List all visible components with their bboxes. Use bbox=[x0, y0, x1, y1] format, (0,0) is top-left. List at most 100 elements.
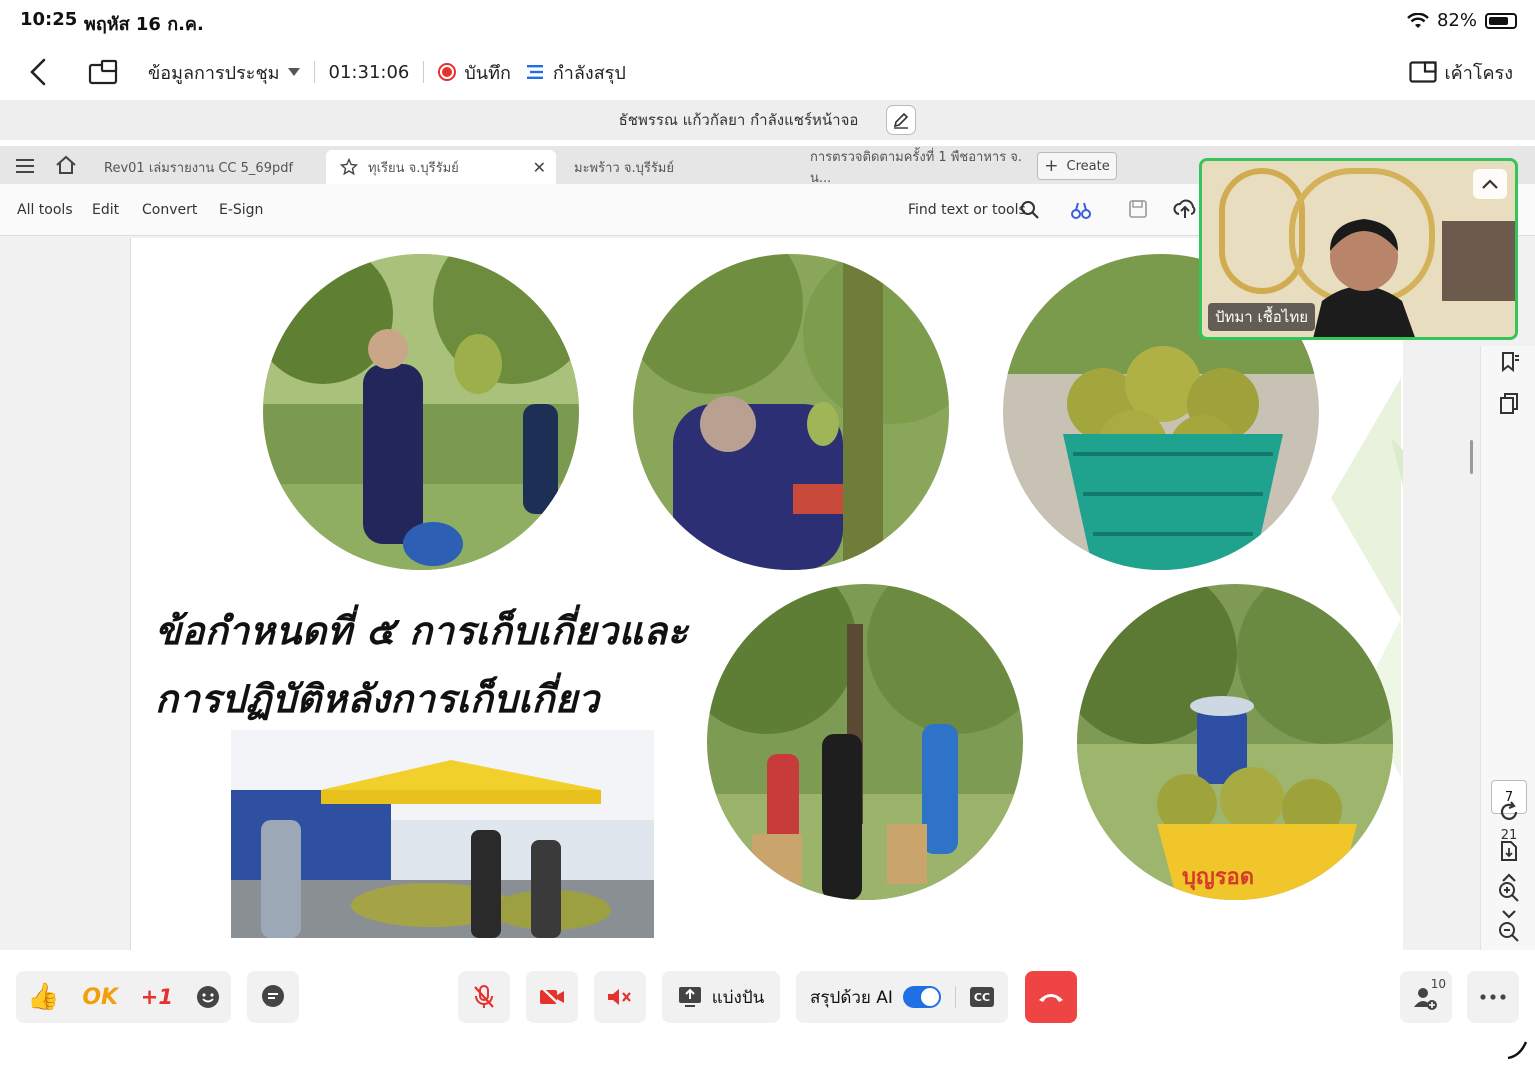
microphone-muted-icon bbox=[474, 985, 494, 1008]
collapse-video-button[interactable] bbox=[1473, 169, 1507, 199]
slide-heading-line2: การปฏิบัติหลังการเก็บเกี่ยว bbox=[155, 676, 600, 721]
more-options-button[interactable] bbox=[1467, 971, 1519, 1023]
summary-list-icon bbox=[526, 65, 543, 79]
meeting-info-label: ข้อมูลการประชุม bbox=[148, 62, 280, 84]
clock: 10:25 bbox=[20, 9, 78, 30]
bookmark-icon[interactable] bbox=[1497, 350, 1521, 374]
zoom-in-icon[interactable] bbox=[1497, 880, 1521, 904]
wifi-icon bbox=[1407, 12, 1429, 28]
plus-one-reaction-button[interactable]: +1 bbox=[141, 985, 173, 1009]
layout-button[interactable]: เค้าโครง bbox=[1408, 58, 1513, 87]
create-button[interactable]: + Create bbox=[1037, 152, 1117, 180]
record-label: บันทึก bbox=[464, 62, 511, 84]
ai-assistant-icon[interactable] bbox=[1070, 199, 1092, 221]
battery-percent: 82% bbox=[1436, 10, 1477, 31]
ok-reaction-button[interactable]: OK bbox=[82, 985, 118, 1010]
pdf-tab-label: การตรวจติดตามครั้งที่ 1 พืชอาหาร จ. น... bbox=[810, 150, 1023, 186]
chat-icon bbox=[262, 985, 284, 1007]
pdf-tab-label: มะพร้าว จ.บุรีรัมย์ bbox=[574, 160, 674, 176]
star-icon[interactable] bbox=[340, 158, 358, 176]
hamburger-menu-icon[interactable] bbox=[16, 158, 36, 174]
screen-share-banner: ธัชพรรณ แก้วกัลยา กำลังแชร์หน้าจอ bbox=[0, 100, 1535, 140]
ai-summary-toggle[interactable] bbox=[902, 986, 941, 1008]
save-icon[interactable] bbox=[1128, 199, 1148, 219]
create-label: Create bbox=[1066, 158, 1110, 174]
convert-menu[interactable]: Convert bbox=[142, 202, 197, 218]
speaker-muted-icon bbox=[608, 989, 631, 1005]
more-dots-icon bbox=[1480, 994, 1506, 1000]
home-icon[interactable] bbox=[55, 155, 77, 175]
chat-button[interactable] bbox=[247, 971, 299, 1023]
rotate-icon[interactable] bbox=[1497, 800, 1521, 824]
plus-icon: + bbox=[1044, 156, 1059, 176]
pdf-tab-3[interactable]: มะพร้าว จ.บุรีรัมย์ bbox=[560, 150, 790, 184]
pdf-tab-4[interactable]: การตรวจติดตามครั้งที่ 1 พืชอาหาร จ. น... bbox=[796, 150, 1030, 186]
share-screen-icon bbox=[678, 987, 701, 1007]
meeting-toolbar: 👍 OK +1 แบ่งปัน สรุปด้วย AI CC 10 bbox=[0, 950, 1535, 1067]
scroll-handle[interactable] bbox=[1470, 440, 1473, 474]
copy-pages-icon[interactable] bbox=[1497, 392, 1521, 416]
find-tools-search[interactable]: Find text or tools bbox=[908, 202, 1026, 218]
slide-heading-line1: ข้อกำหนดที่ ๕ การเก็บเกี่ยวและ bbox=[155, 608, 689, 653]
pdf-tab-1[interactable]: Rev01 เล่มรายงาน CC 5_69pdf bbox=[90, 150, 320, 184]
end-call-button[interactable] bbox=[1025, 971, 1077, 1023]
summary-label: กำลังสรุป bbox=[552, 62, 626, 84]
status-bar: 10:25 พฤหัส 16 ก.ค. 82% bbox=[0, 0, 1535, 44]
cloud-upload-icon[interactable] bbox=[1173, 198, 1197, 220]
layout-icon bbox=[1408, 61, 1437, 83]
microphone-button[interactable] bbox=[458, 971, 510, 1023]
camera-button[interactable] bbox=[526, 971, 578, 1023]
date: พฤหัส 16 ก.ค. bbox=[84, 14, 204, 35]
search-icon[interactable] bbox=[1020, 200, 1040, 220]
record-button[interactable]: บันทึก bbox=[438, 58, 511, 87]
layout-label: เค้าโครง bbox=[1444, 62, 1513, 84]
export-page-icon[interactable] bbox=[1497, 840, 1521, 864]
participant-video-tile[interactable]: ปัทมา เชื้อไทย bbox=[1199, 158, 1518, 340]
ai-summary-group: สรุปด้วย AI CC bbox=[796, 971, 1008, 1023]
share-screen-button[interactable]: แบ่งปัน bbox=[662, 971, 780, 1023]
meeting-header: ข้อมูลการประชุม 01:31:06 บันทึก กำลังสรุ… bbox=[0, 44, 1535, 100]
annotate-button[interactable] bbox=[886, 105, 917, 135]
participant-count: 10 bbox=[1430, 977, 1446, 991]
emoji-icon[interactable] bbox=[196, 985, 220, 1009]
chevron-up-icon bbox=[1482, 179, 1498, 189]
divider bbox=[954, 986, 956, 1008]
pdf-page: ข้อกำหนดที่ ๕ การเก็บเกี่ยวและ การปฏิบัต… bbox=[130, 238, 1403, 950]
battery-area: 82% bbox=[1407, 10, 1517, 31]
pdf-tab-2-active[interactable]: ทุเรียน จ.บุรีรัมย์ ✕ bbox=[326, 150, 556, 184]
meeting-info-button[interactable]: ข้อมูลการประชุม bbox=[148, 58, 300, 87]
photo-durian-market bbox=[231, 730, 654, 938]
back-icon[interactable] bbox=[28, 58, 48, 86]
reactions-group: 👍 OK +1 bbox=[16, 971, 231, 1023]
minimize-window-icon[interactable] bbox=[88, 59, 120, 85]
pdf-tab-label: ทุเรียน จ.บุรีรัมย์ bbox=[368, 160, 459, 176]
closed-caption-button[interactable]: CC bbox=[969, 987, 994, 1007]
summary-status-button[interactable]: กำลังสรุป bbox=[526, 58, 626, 87]
photo-durian-yellow-basket: บุญรอด bbox=[1077, 584, 1393, 900]
all-tools-menu[interactable]: All tools bbox=[17, 202, 73, 218]
close-tab-icon[interactable]: ✕ bbox=[533, 158, 546, 177]
ai-summary-label: สรุปด้วย AI bbox=[810, 987, 893, 1008]
zoom-out-icon[interactable] bbox=[1497, 920, 1521, 944]
participants-button[interactable]: 10 bbox=[1400, 971, 1452, 1023]
photo-durian-picking bbox=[263, 254, 579, 570]
battery-icon bbox=[1485, 12, 1517, 29]
divider bbox=[423, 61, 425, 83]
caret-down-icon bbox=[287, 68, 300, 76]
photo-durian-orchard-workers bbox=[707, 584, 1023, 900]
speaker-button[interactable] bbox=[594, 971, 646, 1023]
share-banner-text: ธัชพรรณ แก้วกัลยา กำลังแชร์หน้าจอ bbox=[618, 111, 859, 129]
camera-off-icon bbox=[540, 986, 564, 1008]
esign-menu[interactable]: E-Sign bbox=[219, 202, 263, 218]
share-label: แบ่งปัน bbox=[711, 987, 765, 1008]
basket-label: บุญรอด bbox=[1182, 864, 1254, 891]
thumbs-up-icon[interactable]: 👍 bbox=[27, 982, 59, 1012]
handwriting-icon bbox=[1507, 1041, 1528, 1060]
annotate-pen-icon bbox=[894, 112, 909, 129]
pdf-tab-label: Rev01 เล่มรายงาน CC 5_69pdf bbox=[104, 160, 294, 176]
record-icon bbox=[438, 63, 457, 81]
edit-menu[interactable]: Edit bbox=[92, 202, 119, 218]
meeting-duration: 01:31:06 bbox=[328, 61, 410, 83]
hang-up-icon bbox=[1039, 994, 1063, 1002]
participant-name: ปัทมา เชื้อไทย bbox=[1208, 303, 1316, 331]
